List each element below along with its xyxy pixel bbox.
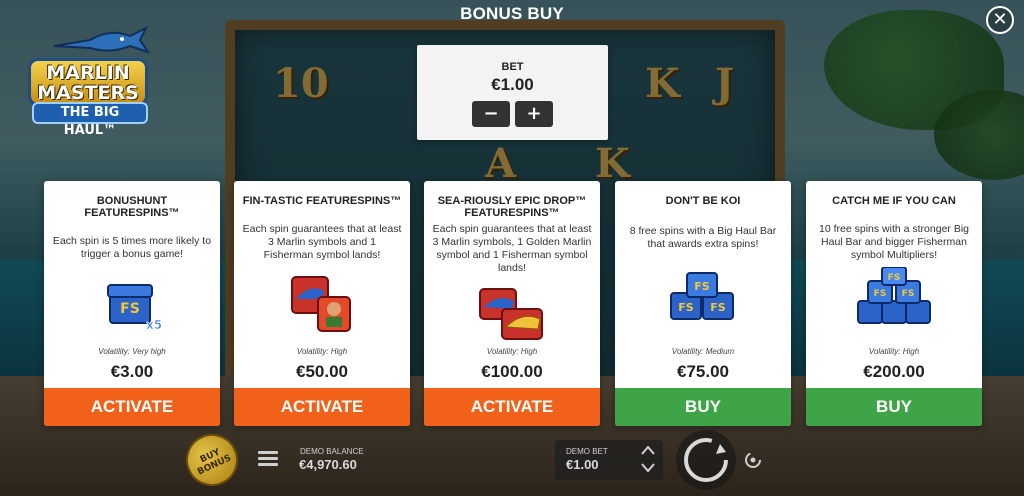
card-title: SEA-RIOUSLY EPIC DROP™ FEATURESPINS™ bbox=[437, 195, 587, 219]
activate-button[interactable]: ACTIVATE bbox=[234, 388, 410, 426]
game-logo: MARLIN MASTERS THE BIG HAUL™ bbox=[10, 22, 160, 138]
bonus-card-fintastic: FIN-TASTIC FEATURESPINS™ Each spin guara… bbox=[234, 181, 410, 426]
buy-button[interactable]: BUY bbox=[615, 388, 791, 426]
decrease-bet-button[interactable]: − bbox=[472, 101, 510, 127]
bet-stepper: − + bbox=[417, 101, 608, 127]
demo-bet-label: DEMO BET bbox=[566, 447, 608, 456]
bonus-card-dont-be-koi: DON'T BE KOI 8 free spins with a Big Hau… bbox=[615, 181, 791, 426]
fs-chests-stack-icon: FS FS FS bbox=[857, 267, 931, 324]
svg-text:FS: FS bbox=[120, 301, 140, 317]
close-button[interactable]: ✕ bbox=[986, 6, 1014, 34]
card-description: Each spin guarantees that at least 3 Mar… bbox=[432, 223, 592, 274]
svg-text:FS: FS bbox=[888, 273, 901, 283]
svg-text:FS: FS bbox=[874, 289, 887, 299]
card-price: €75.00 bbox=[677, 362, 729, 381]
card-description: Each spin is 5 times more likely to trig… bbox=[52, 235, 212, 260]
demo-balance-label: DEMO BALANCE bbox=[300, 447, 364, 456]
card-title: DON'T BE KOI bbox=[665, 195, 741, 207]
close-icon: ✕ bbox=[992, 9, 1008, 30]
svg-text:FS: FS bbox=[902, 289, 915, 299]
bet-value: €1.00 bbox=[491, 75, 534, 94]
bet-panel: BET €1.00 − + bbox=[417, 45, 608, 140]
card-volatility: Volatility: High bbox=[868, 347, 920, 356]
increase-bet-button[interactable]: + bbox=[515, 101, 553, 127]
card-price: €3.00 bbox=[110, 362, 154, 381]
modal-title: BONUS BUY bbox=[460, 4, 564, 23]
card-volatility: Volatility: High bbox=[296, 347, 348, 356]
spin-button[interactable] bbox=[676, 430, 736, 490]
card-volatility: Volatility: Medium bbox=[671, 347, 735, 356]
logo-subtitle: THE BIG HAUL™ bbox=[32, 102, 148, 138]
bonus-card-seariously: SEA-RIOUSLY EPIC DROP™ FEATURESPINS™ Eac… bbox=[424, 181, 600, 426]
buy-button[interactable]: BUY bbox=[806, 388, 982, 426]
demo-balance-value: €4,970.60 bbox=[299, 457, 357, 472]
bonus-card-catch-me: CATCH ME IF YOU CAN 10 free spins with a… bbox=[806, 181, 982, 426]
menu-icon[interactable] bbox=[258, 451, 278, 467]
plus-icon: + bbox=[526, 103, 542, 124]
svg-text:FS: FS bbox=[710, 301, 726, 314]
bet-label: BET bbox=[501, 61, 524, 73]
minus-icon: − bbox=[483, 103, 499, 124]
marlin-icon bbox=[53, 25, 150, 54]
multiplier-label: x5 bbox=[146, 318, 162, 332]
card-description: 8 free spins with a Big Haul Bar that aw… bbox=[629, 225, 777, 250]
svg-text:FS: FS bbox=[694, 280, 710, 293]
card-title: BONUSHUNT FEATURESPINS™ bbox=[84, 195, 180, 219]
activate-button[interactable]: ACTIVATE bbox=[44, 388, 220, 426]
demo-bet-value: €1.00 bbox=[566, 457, 599, 472]
svg-text:FS: FS bbox=[678, 301, 694, 314]
card-volatility: Volatility: High bbox=[486, 347, 538, 356]
card-volatility: Volatility: Very high bbox=[98, 347, 166, 356]
bonus-card-bonushunt: BONUSHUNT FEATURESPINS™ Each spin is 5 t… bbox=[44, 181, 220, 426]
chevron-down-icon[interactable] bbox=[640, 462, 656, 474]
logo-title: MARLIN MASTERS bbox=[28, 58, 148, 106]
card-title: CATCH ME IF YOU CAN bbox=[832, 195, 956, 207]
card-title: FIN-TASTIC FEATURESPINS™ bbox=[242, 195, 402, 207]
card-description: Each spin guarantees that at least 3 Mar… bbox=[242, 223, 402, 261]
card-price: €50.00 bbox=[296, 362, 348, 381]
chevron-up-icon[interactable] bbox=[640, 444, 656, 456]
fs-chest-x5-icon: FS x5 bbox=[107, 284, 162, 332]
card-price: €100.00 bbox=[481, 362, 543, 381]
autoplay-icon[interactable] bbox=[742, 449, 764, 471]
fs-chests-icon: FS FS FS bbox=[670, 272, 734, 320]
activate-button[interactable]: ACTIVATE bbox=[424, 388, 600, 426]
card-price: €200.00 bbox=[863, 362, 925, 381]
card-description: 10 free spins with a stronger Big Haul B… bbox=[819, 223, 969, 261]
golden-marlin-icon bbox=[479, 288, 543, 340]
marlin-fisherman-icon bbox=[291, 276, 351, 332]
